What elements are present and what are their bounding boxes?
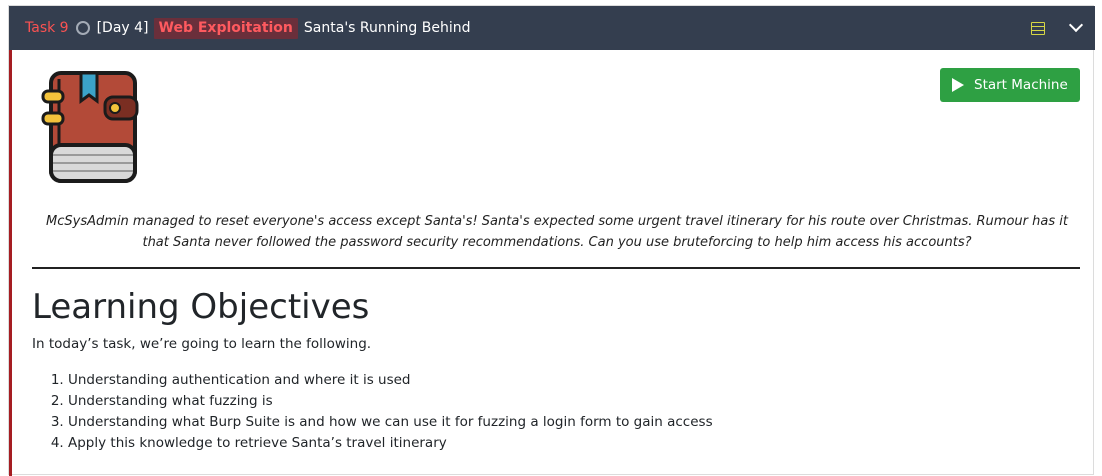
header-actions <box>1031 6 1084 50</box>
list-item: Understanding what fuzzing is <box>68 391 713 412</box>
task-category-badge: Web Exploitation <box>153 17 298 39</box>
section-lead-text: In today’s task, we’re going to learn th… <box>32 336 372 352</box>
chevron-down-icon[interactable] <box>1068 17 1084 33</box>
section-heading: Learning Objectives <box>32 287 370 327</box>
task-status-circle-icon <box>75 21 90 35</box>
list-item: Apply this knowledge to retrieve Santa’s… <box>68 433 713 454</box>
task-day-label: [Day 4] <box>96 20 149 36</box>
task-card: Task 9 [Day 4] Web Exploitation Santa's … <box>8 5 1095 476</box>
play-icon <box>952 78 964 92</box>
task-intro-text: McSysAdmin managed to reset everyone's a… <box>46 214 1068 250</box>
list-icon[interactable] <box>1031 21 1045 35</box>
list-item: Understanding authentication and where i… <box>68 370 713 391</box>
divider <box>32 267 1080 269</box>
book-icon <box>41 71 139 183</box>
task-title: Santa's Running Behind <box>303 20 471 36</box>
start-machine-label: Start Machine <box>974 77 1068 93</box>
task-header[interactable]: Task 9 [Day 4] Web Exploitation Santa's … <box>9 6 1095 50</box>
objectives-list: Understanding authentication and where i… <box>68 370 713 454</box>
task-body: Start Machine McSysAdmin managed to rese… <box>9 50 1095 476</box>
start-machine-button[interactable]: Start Machine <box>940 68 1080 102</box>
list-item: Understanding what Burp Suite is and how… <box>68 412 713 433</box>
task-number: Task 9 <box>25 20 69 36</box>
